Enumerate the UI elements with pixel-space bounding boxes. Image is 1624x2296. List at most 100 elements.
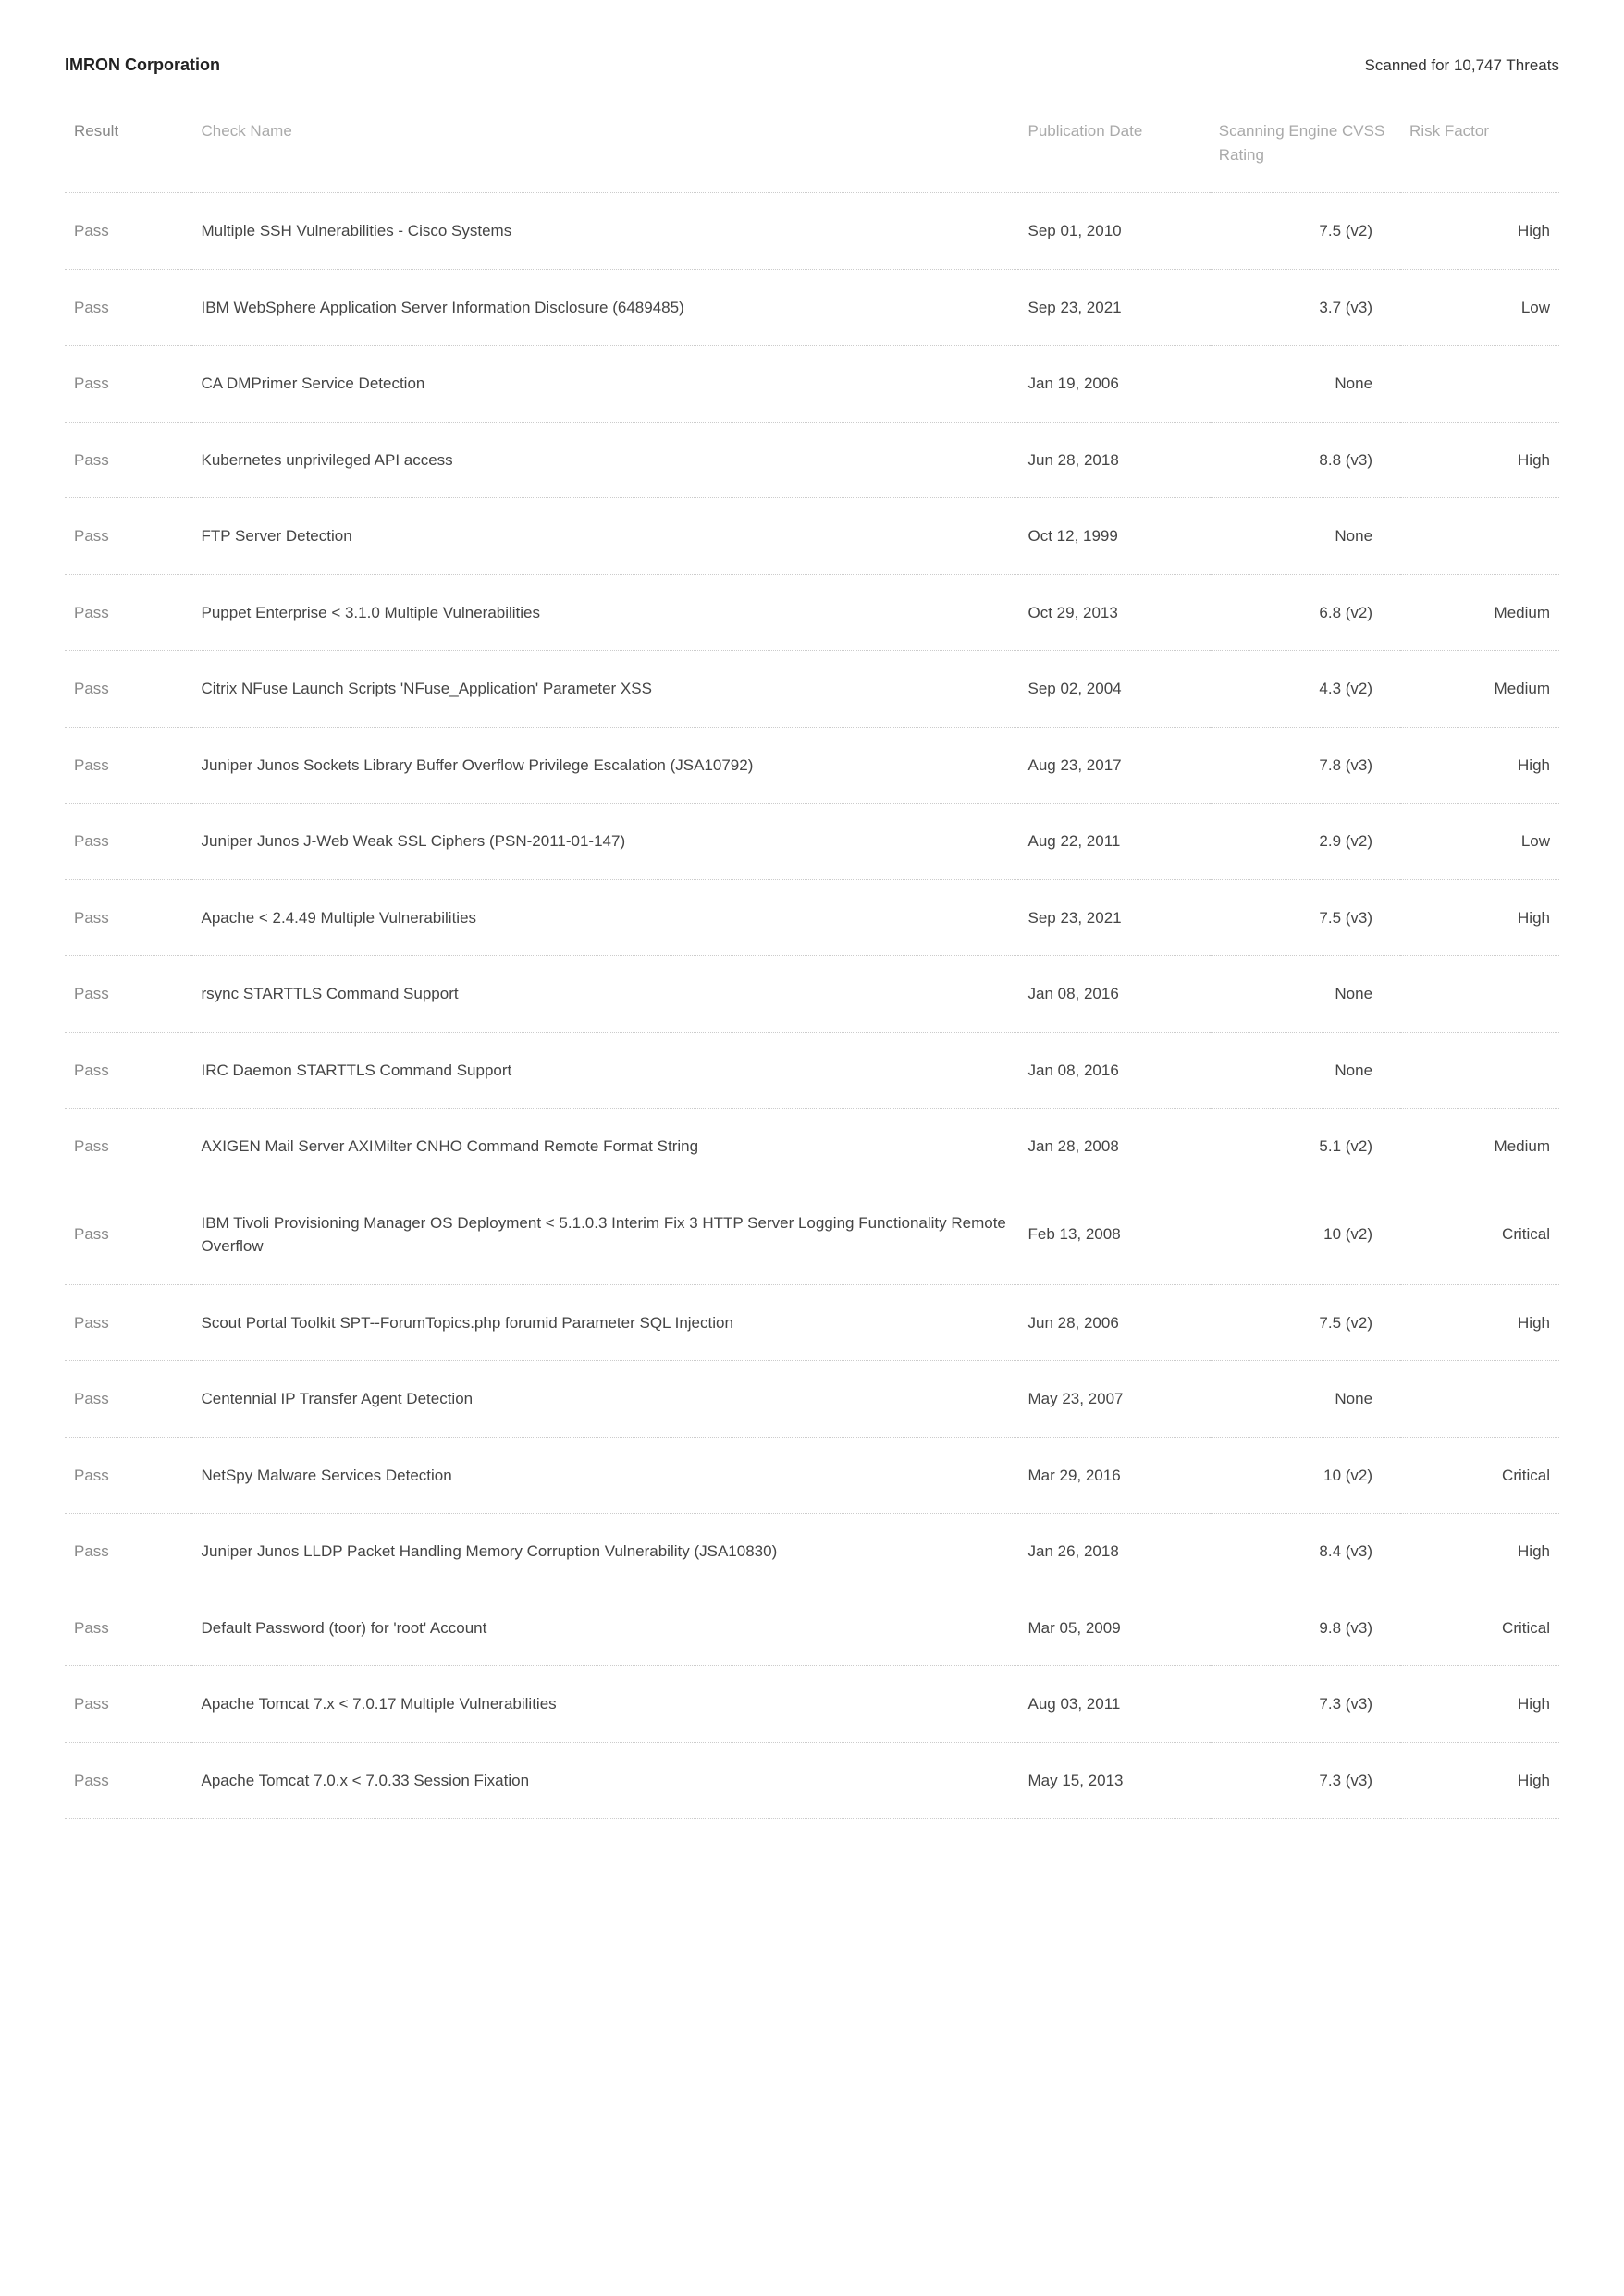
cell-risk: Medium [1400, 1109, 1559, 1185]
cell-result: Pass [65, 346, 192, 423]
cell-result: Pass [65, 1284, 192, 1361]
table-row: PassCA DMPrimer Service DetectionJan 19,… [65, 346, 1559, 423]
cell-risk: High [1400, 879, 1559, 956]
cell-cvss: None [1210, 956, 1400, 1033]
cell-check-name: FTP Server Detection [192, 498, 1019, 575]
cell-risk: Low [1400, 804, 1559, 880]
cell-cvss: 10 (v2) [1210, 1185, 1400, 1284]
cell-check-name: Apache Tomcat 7.0.x < 7.0.33 Session Fix… [192, 1742, 1019, 1819]
cell-check-name: Apache Tomcat 7.x < 7.0.17 Multiple Vuln… [192, 1666, 1019, 1743]
cell-cvss: 9.8 (v3) [1210, 1590, 1400, 1666]
cell-result: Pass [65, 651, 192, 728]
cell-cvss: None [1210, 1361, 1400, 1438]
cell-cvss: 7.5 (v3) [1210, 879, 1400, 956]
cell-cvss: 8.8 (v3) [1210, 422, 1400, 498]
cell-pub-date: Mar 05, 2009 [1018, 1590, 1209, 1666]
cell-check-name: Juniper Junos J-Web Weak SSL Ciphers (PS… [192, 804, 1019, 880]
cell-cvss: None [1210, 498, 1400, 575]
cell-cvss: 7.8 (v3) [1210, 727, 1400, 804]
cell-check-name: rsync STARTTLS Command Support [192, 956, 1019, 1033]
cell-risk: Critical [1400, 1590, 1559, 1666]
cell-risk: Critical [1400, 1437, 1559, 1514]
cell-pub-date: Jan 26, 2018 [1018, 1514, 1209, 1590]
table-row: PassAXIGEN Mail Server AXIMilter CNHO Co… [65, 1109, 1559, 1185]
table-row: Passrsync STARTTLS Command SupportJan 08… [65, 956, 1559, 1033]
cell-check-name: Puppet Enterprise < 3.1.0 Multiple Vulne… [192, 574, 1019, 651]
cell-cvss: 7.5 (v2) [1210, 193, 1400, 270]
cell-check-name: IBM Tivoli Provisioning Manager OS Deplo… [192, 1185, 1019, 1284]
company-name: IMRON Corporation [65, 55, 220, 75]
cell-result: Pass [65, 1437, 192, 1514]
cell-risk [1400, 1032, 1559, 1109]
col-header-cvss: Scanning Engine CVSS Rating [1210, 103, 1400, 193]
cell-result: Pass [65, 1032, 192, 1109]
table-row: PassApache Tomcat 7.x < 7.0.17 Multiple … [65, 1666, 1559, 1743]
cell-result: Pass [65, 269, 192, 346]
cell-check-name: Juniper Junos LLDP Packet Handling Memor… [192, 1514, 1019, 1590]
cell-check-name: Juniper Junos Sockets Library Buffer Ove… [192, 727, 1019, 804]
cell-risk: Critical [1400, 1185, 1559, 1284]
cell-pub-date: Oct 12, 1999 [1018, 498, 1209, 575]
scan-summary: Scanned for 10,747 Threats [1365, 56, 1559, 75]
cell-check-name: IRC Daemon STARTTLS Command Support [192, 1032, 1019, 1109]
cell-risk: High [1400, 1284, 1559, 1361]
cell-check-name: NetSpy Malware Services Detection [192, 1437, 1019, 1514]
cell-risk: High [1400, 193, 1559, 270]
cell-result: Pass [65, 879, 192, 956]
table-row: PassKubernetes unprivileged API accessJu… [65, 422, 1559, 498]
cell-cvss: 3.7 (v3) [1210, 269, 1400, 346]
cell-check-name: AXIGEN Mail Server AXIMilter CNHO Comman… [192, 1109, 1019, 1185]
cell-pub-date: Jan 28, 2008 [1018, 1109, 1209, 1185]
cell-check-name: Apache < 2.4.49 Multiple Vulnerabilities [192, 879, 1019, 956]
cell-cvss: 8.4 (v3) [1210, 1514, 1400, 1590]
cell-cvss: 7.5 (v2) [1210, 1284, 1400, 1361]
cell-pub-date: Jan 08, 2016 [1018, 956, 1209, 1033]
cell-pub-date: Sep 01, 2010 [1018, 193, 1209, 270]
cell-cvss: 10 (v2) [1210, 1437, 1400, 1514]
table-row: PassMultiple SSH Vulnerabilities - Cisco… [65, 193, 1559, 270]
cell-check-name: Citrix NFuse Launch Scripts 'NFuse_Appli… [192, 651, 1019, 728]
cell-cvss: 5.1 (v2) [1210, 1109, 1400, 1185]
cell-pub-date: Aug 03, 2011 [1018, 1666, 1209, 1743]
report-header: IMRON Corporation Scanned for 10,747 Thr… [65, 55, 1559, 75]
cell-pub-date: Feb 13, 2008 [1018, 1185, 1209, 1284]
cell-result: Pass [65, 422, 192, 498]
cell-pub-date: May 15, 2013 [1018, 1742, 1209, 1819]
cell-check-name: IBM WebSphere Application Server Informa… [192, 269, 1019, 346]
cell-result: Pass [65, 804, 192, 880]
cell-cvss: 7.3 (v3) [1210, 1742, 1400, 1819]
cell-check-name: Default Password (toor) for 'root' Accou… [192, 1590, 1019, 1666]
table-header-row: Result Check Name Publication Date Scann… [65, 103, 1559, 193]
cell-risk [1400, 498, 1559, 575]
cell-result: Pass [65, 498, 192, 575]
cell-cvss: None [1210, 346, 1400, 423]
cell-check-name: Centennial IP Transfer Agent Detection [192, 1361, 1019, 1438]
cell-pub-date: Jun 28, 2018 [1018, 422, 1209, 498]
cell-pub-date: Jan 19, 2006 [1018, 346, 1209, 423]
table-row: PassFTP Server DetectionOct 12, 1999None [65, 498, 1559, 575]
cell-check-name: Multiple SSH Vulnerabilities - Cisco Sys… [192, 193, 1019, 270]
threat-table: Result Check Name Publication Date Scann… [65, 103, 1559, 1819]
cell-pub-date: Aug 23, 2017 [1018, 727, 1209, 804]
cell-risk [1400, 346, 1559, 423]
table-row: PassApache Tomcat 7.0.x < 7.0.33 Session… [65, 1742, 1559, 1819]
cell-pub-date: Mar 29, 2016 [1018, 1437, 1209, 1514]
cell-check-name: CA DMPrimer Service Detection [192, 346, 1019, 423]
cell-result: Pass [65, 727, 192, 804]
cell-risk [1400, 1361, 1559, 1438]
cell-cvss: 6.8 (v2) [1210, 574, 1400, 651]
table-row: PassIBM WebSphere Application Server Inf… [65, 269, 1559, 346]
table-row: PassJuniper Junos LLDP Packet Handling M… [65, 1514, 1559, 1590]
cell-pub-date: Sep 02, 2004 [1018, 651, 1209, 728]
cell-result: Pass [65, 1109, 192, 1185]
table-row: PassDefault Password (toor) for 'root' A… [65, 1590, 1559, 1666]
cell-risk: Low [1400, 269, 1559, 346]
table-row: PassCentennial IP Transfer Agent Detecti… [65, 1361, 1559, 1438]
cell-result: Pass [65, 574, 192, 651]
cell-cvss: None [1210, 1032, 1400, 1109]
cell-check-name: Kubernetes unprivileged API access [192, 422, 1019, 498]
table-row: PassPuppet Enterprise < 3.1.0 Multiple V… [65, 574, 1559, 651]
col-header-check-name: Check Name [192, 103, 1019, 193]
cell-cvss: 7.3 (v3) [1210, 1666, 1400, 1743]
cell-result: Pass [65, 1742, 192, 1819]
